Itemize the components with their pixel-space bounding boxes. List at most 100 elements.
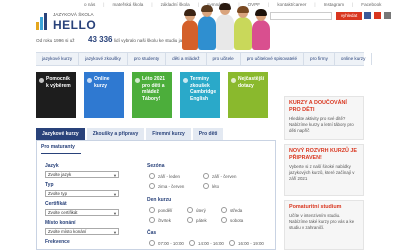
page: o nás | mateřská škola | základní škola | g… xyxy=(0,0,400,250)
top-nav-item[interactable]: mateřská škola xyxy=(112,2,143,7)
language-label: Jazyk xyxy=(45,163,59,169)
main-nav-item[interactable]: pro učitelové spisovatelé xyxy=(241,53,305,65)
tile-summer-camps[interactable]: Léto 2021 pro děti a mládež Tábory! xyxy=(132,72,172,118)
person-figure xyxy=(252,9,270,50)
chevron-down-icon: ▼ xyxy=(113,192,117,197)
type-label: Typ xyxy=(45,182,54,188)
tile-faq[interactable]: Nejčastější dotazy xyxy=(228,72,268,118)
tab-exams[interactable]: Zkoušky a přípravy xyxy=(86,128,145,140)
main-nav-item[interactable]: pro studenty xyxy=(128,53,167,65)
person-figure xyxy=(234,6,252,50)
season-option[interactable]: léto xyxy=(203,183,219,189)
main-nav-item[interactable]: online kurzy xyxy=(335,53,373,65)
person-figure xyxy=(182,9,198,50)
tile-label: Pomocník k výběrem xyxy=(46,76,71,89)
sidebar-text: Hledáte aktivity pro své dítě? Nabízíme … xyxy=(289,116,354,133)
day-option[interactable]: pondělí xyxy=(149,207,172,213)
person-hair xyxy=(184,9,196,16)
person-hair xyxy=(219,3,231,10)
day-option[interactable]: sobota xyxy=(221,217,243,223)
time-option[interactable]: 14:00 - 16:00 xyxy=(189,240,224,246)
top-nav-item[interactable]: Instagram xyxy=(324,2,344,7)
panel-heading[interactable]: Pro maturanty xyxy=(41,144,75,150)
separator: | xyxy=(151,2,153,7)
logo-title: HELLO xyxy=(53,18,97,32)
tile-label: Termíny zkoušek Cambridge English xyxy=(190,76,217,102)
sidebar-text: Učíte v intenzivním studiu. Nabízíme tak… xyxy=(289,213,355,230)
tab-company-courses[interactable]: Firemní kurzy xyxy=(146,128,191,140)
youtube-icon[interactable] xyxy=(384,12,391,19)
tile-label: Nejčastější dotazy xyxy=(238,76,265,89)
logo-subtitle: JAZYKOVÁ ŠKOLA xyxy=(53,12,94,17)
sidebar-new-schedule: NOVÝ ROZVRH KURZŮ JE PŘIPRAVEN! Vyberte … xyxy=(284,144,364,196)
certificate-select[interactable]: Zvolte certifikát ▼ xyxy=(45,209,119,216)
location-label: Místo konání xyxy=(45,220,76,226)
main-nav-item[interactable]: jazykové zkoušky xyxy=(79,53,128,65)
tile-helper[interactable]: Pomocník k výběrem xyxy=(36,72,76,118)
day-option[interactable]: úterý xyxy=(187,207,206,213)
hero-photo xyxy=(180,3,276,50)
top-nav-item[interactable]: o nás xyxy=(84,2,95,7)
instagram-icon[interactable] xyxy=(374,12,381,19)
person-figure xyxy=(216,3,234,50)
day-option[interactable]: pátek xyxy=(187,217,207,223)
tile-label: Online kurzy xyxy=(94,76,110,89)
location-select[interactable]: Zvolte místo konání ▼ xyxy=(45,228,119,235)
sidebar-text: Vyberte si z naší široké nabídky jazykov… xyxy=(289,164,355,181)
language-select[interactable]: Zvolte jazyk ▼ xyxy=(45,171,119,178)
sidebar-post-secondary: Pomaturitní studium Učíte v intenzivním … xyxy=(284,200,364,250)
sidebar-title: Pomaturitní studium xyxy=(289,204,342,210)
chevron-down-icon: ▼ xyxy=(113,173,117,178)
type-select[interactable]: Zvolte typ ▼ xyxy=(45,190,119,197)
main-nav-item[interactable]: jazykové kurzy xyxy=(36,53,80,65)
tile-label: Léto 2021 pro děti a mládež Tábory! xyxy=(142,76,166,102)
student-count: 43 336 xyxy=(88,35,113,44)
top-nav-item[interactable]: kontakt/career xyxy=(277,2,306,7)
logo[interactable]: JAZYKOVÁ ŠKOLA HELLO xyxy=(36,10,106,32)
day-option[interactable]: středa xyxy=(221,207,242,213)
main-nav-item[interactable]: pro firmy xyxy=(304,53,335,65)
person-hair xyxy=(201,5,213,12)
day-label: Den kurzu xyxy=(147,197,172,203)
search-input[interactable] xyxy=(270,12,332,20)
tab-kids[interactable]: Pro děti xyxy=(192,128,224,140)
separator: | xyxy=(314,2,316,7)
bulb-icon xyxy=(39,78,44,83)
location-select-value: Zvolte místo konání xyxy=(48,229,87,234)
monitor-icon xyxy=(87,78,92,83)
sidebar-kids-courses: KURZY A DOUČOVÁNÍ PRO DĚTI Hledáte aktiv… xyxy=(284,96,364,140)
certificate-select-value: Zvolte certifikát xyxy=(48,210,78,215)
course-tabs: Jazykové kurzy Zkoušky a přípravy Firemn… xyxy=(36,128,276,140)
time-option[interactable]: 16:00 - 19:00 xyxy=(229,240,264,246)
frequency-label: Frekvence xyxy=(45,239,70,245)
season-option[interactable]: září - leden xyxy=(149,173,180,179)
main-nav: jazykové kurzy jazykové zkoušky pro stud… xyxy=(36,52,373,66)
question-icon xyxy=(231,78,236,83)
type-select-value: Zvolte typ xyxy=(48,191,68,196)
time-label: Čas xyxy=(147,230,157,236)
season-option[interactable]: září - červen xyxy=(203,173,236,179)
social-icons xyxy=(364,12,391,19)
season-option[interactable]: zima - červen xyxy=(149,183,184,189)
tile-online-courses[interactable]: Online kurzy xyxy=(84,72,124,118)
top-nav-item[interactable]: Facebook xyxy=(361,2,381,7)
sun-icon xyxy=(135,78,140,83)
separator: | xyxy=(352,2,354,7)
day-option[interactable]: čtvrtek xyxy=(149,217,171,223)
sidebar-title: NOVÝ ROZVRH KURZŮ JE PŘIPRAVEN! xyxy=(289,148,357,161)
language-select-value: Zvolte jazyk xyxy=(48,172,72,177)
chevron-down-icon: ▼ xyxy=(113,211,117,216)
main-nav-item[interactable]: pro učitele xyxy=(207,53,241,65)
search-button[interactable]: vyhledat xyxy=(336,12,362,20)
facebook-icon[interactable] xyxy=(364,12,371,19)
person-figure xyxy=(198,5,216,50)
person-hair xyxy=(237,6,249,13)
time-option[interactable]: 07:00 - 10:00 xyxy=(149,240,184,246)
logo-mark-icon xyxy=(36,12,50,30)
sidebar-title: KURZY A DOUČOVÁNÍ PRO DĚTI xyxy=(289,100,347,113)
course-filter-panel: Pro maturanty Jazyk Zvolte jazyk ▼ Typ Zv… xyxy=(36,140,276,250)
calendar-icon xyxy=(183,78,188,83)
tile-exam-dates[interactable]: Termíny zkoušek Cambridge English xyxy=(180,72,220,118)
main-nav-item[interactable]: děti a mládež xyxy=(166,53,207,65)
tab-language-courses[interactable]: Jazykové kurzy xyxy=(36,128,85,140)
